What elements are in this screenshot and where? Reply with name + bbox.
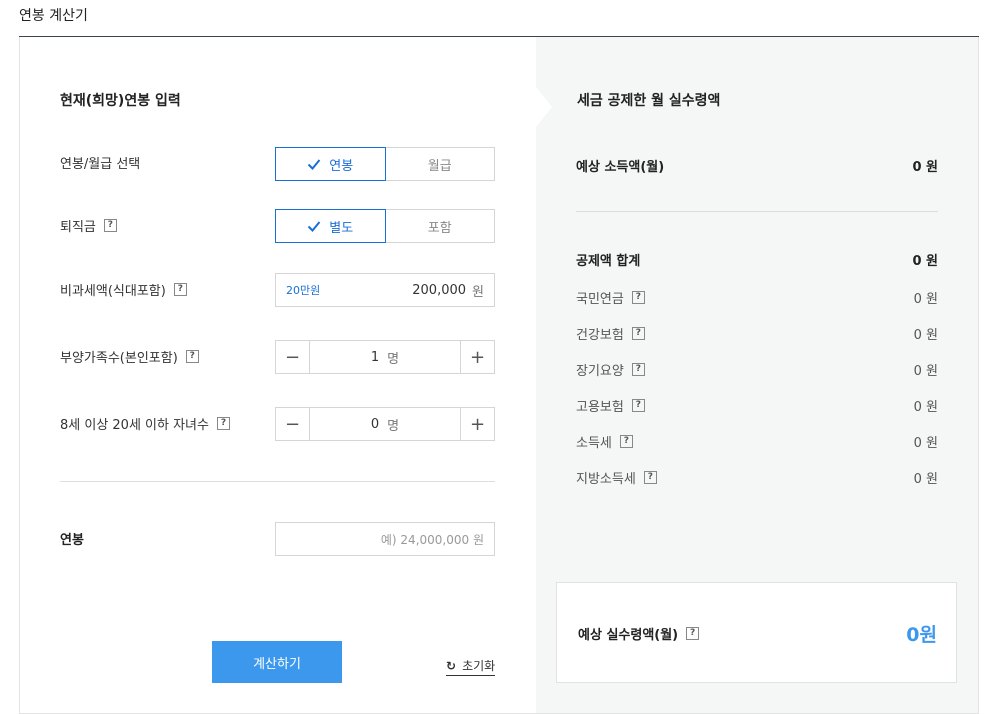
help-icon[interactable]: ?	[631, 399, 645, 412]
nontaxable-input[interactable]: 20만원 200,000 원	[275, 273, 495, 307]
deduction-total-amount: 0 원	[912, 254, 938, 269]
deduction-label: 장기요양	[576, 364, 624, 379]
expected-income-row: 예상 소득액(월) 0 원	[576, 156, 938, 175]
pay-type-label-text: 연봉/월급 선택	[60, 157, 141, 172]
refresh-icon: ↻	[446, 658, 457, 673]
severance-included-label: 포함	[427, 220, 452, 236]
dependents-stepper: − 1 명 +	[275, 340, 495, 374]
pay-type-toggle: 연봉 월급	[275, 147, 495, 181]
expected-income-amount: 0 원	[912, 160, 938, 175]
pay-type-option-monthly[interactable]: 월급	[384, 147, 495, 181]
dependents-plus-button[interactable]: +	[460, 341, 494, 373]
help-icon[interactable]: ?	[103, 219, 117, 232]
salary-label: 연봉	[60, 529, 84, 548]
deduction-label: 지방소득세	[576, 472, 636, 487]
dependents-minus-button[interactable]: −	[276, 341, 310, 373]
check-icon	[308, 159, 321, 170]
input-panel	[19, 37, 536, 714]
dependents-unit: 명	[387, 351, 400, 367]
deduction-row-pension: 국민연금? 0 원	[576, 288, 938, 307]
deduction-amount: 0 원	[913, 436, 938, 451]
severance-option-included[interactable]: 포함	[384, 209, 495, 243]
deduction-total-label: 공제액 합계	[576, 254, 641, 269]
pay-type-monthly-label: 월급	[427, 158, 452, 174]
help-icon[interactable]: ?	[185, 350, 199, 363]
help-icon[interactable]: ?	[643, 471, 657, 484]
severance-label: 퇴직금 ?	[60, 216, 117, 235]
help-icon[interactable]: ?	[686, 627, 700, 640]
deduction-row-longterm-care: 장기요양? 0 원	[576, 360, 938, 379]
expected-income-label: 예상 소득액(월)	[576, 160, 665, 175]
children-label-text: 8세 이상 20세 이하 자녀수	[60, 418, 209, 433]
deduction-amount: 0 원	[913, 292, 938, 307]
deduction-row-local-tax: 지방소득세? 0 원	[576, 468, 938, 487]
nontaxable-unit: 원	[472, 284, 484, 300]
children-value: 0	[370, 416, 380, 432]
help-icon[interactable]: ?	[631, 363, 645, 376]
help-icon[interactable]: ?	[631, 291, 645, 304]
result-divider	[576, 211, 938, 212]
children-plus-button[interactable]: +	[460, 408, 494, 440]
dependents-value-field[interactable]: 1 명	[310, 341, 460, 373]
input-section-title: 현재(희망)연봉 입력	[60, 93, 181, 109]
severance-label-text: 퇴직금	[60, 220, 96, 235]
salary-placeholder: 예) 24,000,000 원	[380, 532, 484, 547]
pay-type-option-annual[interactable]: 연봉	[275, 147, 386, 181]
net-pay-amount: 0원	[906, 624, 937, 646]
deduction-label: 소득세	[576, 436, 612, 451]
children-value-field[interactable]: 0 명	[310, 408, 460, 440]
deduction-label: 건강보험	[576, 328, 624, 343]
net-pay-label: 예상 실수령액(월) ?	[578, 624, 700, 643]
pay-type-annual-label: 연봉	[329, 158, 354, 174]
salary-input[interactable]: 예) 24,000,000 원	[275, 522, 495, 556]
nontaxable-label-text: 비과세액(식대포함)	[60, 284, 166, 299]
severance-separate-label: 별도	[329, 220, 354, 236]
net-pay-label-text: 예상 실수령액(월)	[578, 628, 679, 643]
dependents-label: 부양가족수(본인포함) ?	[60, 347, 199, 366]
help-icon[interactable]: ?	[173, 283, 187, 296]
calculate-button[interactable]: 계산하기	[212, 641, 342, 683]
severance-toggle: 별도 포함	[275, 209, 495, 243]
severance-option-separate[interactable]: 별도	[275, 209, 386, 243]
nontaxable-label: 비과세액(식대포함) ?	[60, 280, 187, 299]
input-divider	[60, 481, 495, 482]
deduction-total-row: 공제액 합계 0 원	[576, 250, 938, 269]
help-icon[interactable]: ?	[631, 327, 645, 340]
result-section-title: 세금 공제한 월 실수령액	[577, 93, 721, 109]
reset-label: 초기화	[462, 659, 496, 673]
children-unit: 명	[387, 418, 400, 434]
deduction-row-income-tax: 소득세? 0 원	[576, 432, 938, 451]
deduction-amount: 0 원	[913, 328, 938, 343]
pay-type-label: 연봉/월급 선택	[60, 153, 140, 172]
reset-button[interactable]: ↻ 초기화	[446, 657, 496, 676]
nontaxable-hint: 20만원	[286, 284, 321, 297]
deduction-label: 고용보험	[576, 400, 624, 415]
children-stepper: − 0 명 +	[275, 407, 495, 441]
deduction-amount: 0 원	[913, 364, 938, 379]
page-title: 연봉 계산기	[19, 8, 88, 24]
children-label: 8세 이상 20세 이하 자녀수 ?	[60, 414, 230, 433]
deduction-label: 국민연금	[576, 292, 624, 307]
deduction-amount: 0 원	[913, 400, 938, 415]
deduction-amount: 0 원	[913, 472, 938, 487]
panel-arrow	[536, 87, 552, 127]
dependents-label-text: 부양가족수(본인포함)	[60, 351, 178, 366]
children-minus-button[interactable]: −	[276, 408, 310, 440]
nontaxable-value: 200,000	[412, 282, 467, 298]
check-icon	[308, 221, 321, 232]
deduction-row-employment: 고용보험? 0 원	[576, 396, 938, 415]
dependents-value: 1	[370, 349, 380, 365]
help-icon[interactable]: ?	[619, 435, 633, 448]
salary-label-text: 연봉	[60, 533, 84, 548]
help-icon[interactable]: ?	[216, 417, 230, 430]
deduction-row-health: 건강보험? 0 원	[576, 324, 938, 343]
